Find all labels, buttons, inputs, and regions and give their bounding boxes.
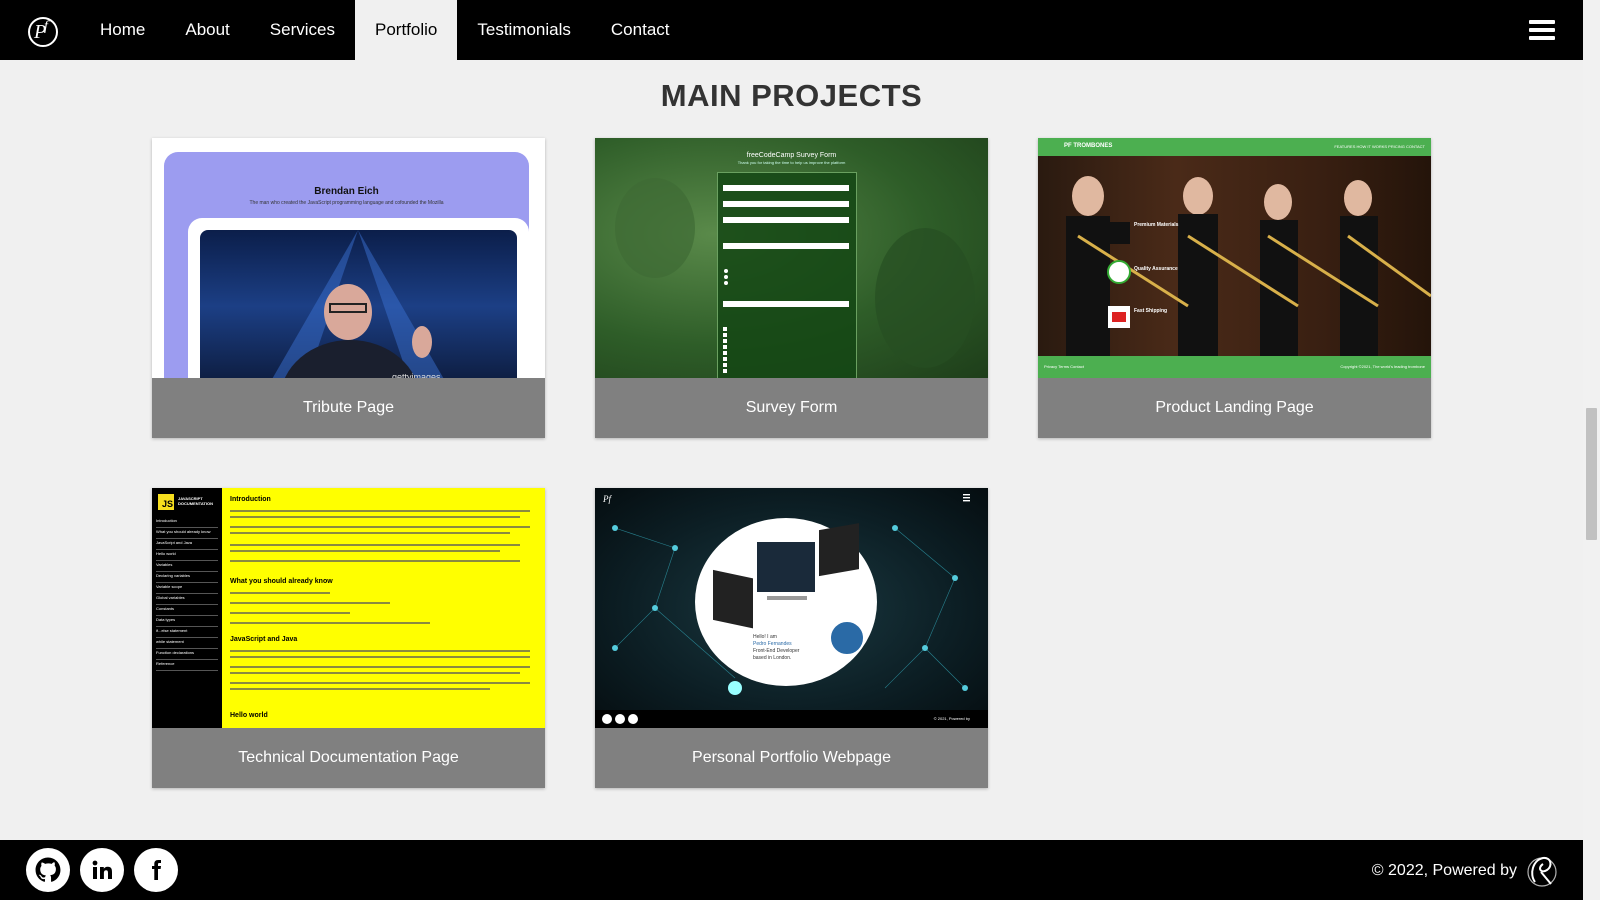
- thumb-title: Brendan Eich: [314, 186, 379, 197]
- doc-nav-item: Introduction: [156, 518, 218, 528]
- js-logo: JS: [158, 494, 174, 510]
- svg-text:Pf: Pf: [602, 494, 612, 504]
- scrollbar-thumb[interactable]: [1586, 408, 1597, 540]
- doc-nav-item: What you should already know: [156, 529, 218, 539]
- doc-heading: JavaScript and Java: [230, 636, 298, 643]
- footer: © 2022, Powered by: [0, 840, 1583, 900]
- doc-nav-item: Variables: [156, 562, 218, 572]
- github-icon[interactable]: [26, 848, 70, 892]
- doc-heading: Hello world: [230, 712, 268, 719]
- doc-nav-item: Global variables: [156, 595, 218, 605]
- project-label: Technical Documentation Page: [238, 749, 459, 766]
- nav-contact[interactable]: Contact: [591, 0, 690, 60]
- thumb-footer: © 2021, Powered by: [933, 716, 970, 721]
- project-card-survey[interactable]: freeCodeCamp Survey Form Thank you for t…: [595, 138, 988, 438]
- thumb-nav: FEATURES HOW IT WORKS PRICING CONTACT: [1334, 144, 1425, 149]
- hero-circle: Hello! I am Pedro Fernandes Front-End De…: [695, 518, 877, 686]
- section-title: MAIN PROJECTS: [660, 78, 923, 113]
- thumb-subtitle: Thank you for taking the time to help us…: [737, 160, 846, 165]
- project-label: Tribute Page: [302, 399, 394, 416]
- doc-nav-item: Reference: [156, 661, 218, 671]
- doc-nav-item: Variable scope: [156, 584, 218, 594]
- thumb-feature: Quality Assurance: [1134, 266, 1178, 272]
- thumb-greeting: Hello! I am: [753, 634, 777, 640]
- doc-nav-item: JavaScript and Java: [156, 540, 218, 550]
- nav-services[interactable]: Services: [250, 0, 355, 60]
- doc-nav-item: Data types: [156, 617, 218, 627]
- thumb-brand: PF TROMBONES: [1064, 143, 1113, 149]
- avatar: [829, 620, 865, 656]
- project-thumbnail: freeCodeCamp Survey Form Thank you for t…: [595, 138, 988, 378]
- copyright-text: © 2022, Powered by: [1371, 862, 1517, 879]
- project-card-product-landing[interactable]: PF TROMBONES FEATURES HOW IT WORKS PRICI…: [1038, 138, 1431, 438]
- survey-form-preview: [717, 172, 857, 378]
- trombone-photo: Premium Materials Quality Assurance Fast…: [1038, 156, 1431, 356]
- doc-nav-item: Hello world: [156, 551, 218, 561]
- project-thumbnail: PF TROMBONES FEATURES HOW IT WORKS PRICI…: [1038, 138, 1431, 378]
- hamburger-icon[interactable]: [1529, 20, 1555, 40]
- doc-sidebar: JS JAVASCRIPT DOCUMENTATION Introduction…: [152, 488, 222, 728]
- thumb-subtitle: The man who created the JavaScript progr…: [249, 200, 444, 206]
- thumb-brand: JAVASCRIPT DOCUMENTATION: [178, 496, 213, 506]
- nav-about[interactable]: About: [165, 0, 249, 60]
- facebook-icon[interactable]: [134, 848, 178, 892]
- thumb-role: Front-End Developer: [753, 648, 800, 654]
- svg-text:f: f: [44, 19, 50, 34]
- project-card-tech-doc[interactable]: JS JAVASCRIPT DOCUMENTATION Introduction…: [152, 488, 545, 788]
- thumb-name: Pedro Fernandes: [753, 641, 792, 647]
- pf-logo[interactable]: P f: [24, 6, 64, 54]
- navbar: P f Home About Services Portfolio Testim…: [0, 0, 1583, 60]
- project-label: Product Landing Page: [1155, 399, 1314, 416]
- nav-links: Home About Services Portfolio Testimonia…: [80, 0, 690, 60]
- doc-nav-item: Declaring variables: [156, 573, 218, 583]
- project-label: Survey Form: [745, 399, 838, 416]
- doc-nav-item: if...else statement: [156, 628, 218, 638]
- project-card-portfolio[interactable]: Pf Hello! I am Pedro Fernandes Front-End…: [595, 488, 988, 788]
- doc-nav-item: Constants: [156, 606, 218, 616]
- thumb-feature: Fast Shipping: [1134, 308, 1168, 314]
- thumb-feature: Premium Materials: [1134, 222, 1179, 228]
- doc-nav-item: while statement: [156, 639, 218, 649]
- nav-testimonials[interactable]: Testimonials: [457, 0, 591, 60]
- nav-home[interactable]: Home: [80, 0, 165, 60]
- page-scrollbar[interactable]: [1583, 0, 1600, 900]
- thumb-copy: Copyright ©2021, The world's leading tro…: [1340, 364, 1425, 369]
- tribute-photo: gettyimages: [200, 230, 517, 378]
- doc-heading: What you should already know: [230, 578, 333, 585]
- project-thumbnail: Brendan Eich The man who created the Jav…: [152, 138, 545, 378]
- doc-nav-item: Function declarations: [156, 650, 218, 660]
- thumb-title: freeCodeCamp Survey Form: [746, 152, 837, 159]
- doc-heading: Introduction: [230, 496, 271, 503]
- thumb-location: based in London.: [753, 655, 792, 661]
- thumb-footer: Privacy Terms Contact: [1044, 364, 1084, 369]
- project-label: Personal Portfolio Webpage: [692, 749, 891, 766]
- nav-portfolio[interactable]: Portfolio: [354, 0, 458, 60]
- linkedin-icon[interactable]: [80, 848, 124, 892]
- powered-by-logo[interactable]: [1525, 852, 1559, 888]
- project-thumbnail: Pf Hello! I am Pedro Fernandes Front-End…: [595, 488, 988, 728]
- project-card-tribute[interactable]: Brendan Eich The man who created the Jav…: [152, 138, 545, 438]
- project-thumbnail: JS JAVASCRIPT DOCUMENTATION Introduction…: [152, 488, 545, 728]
